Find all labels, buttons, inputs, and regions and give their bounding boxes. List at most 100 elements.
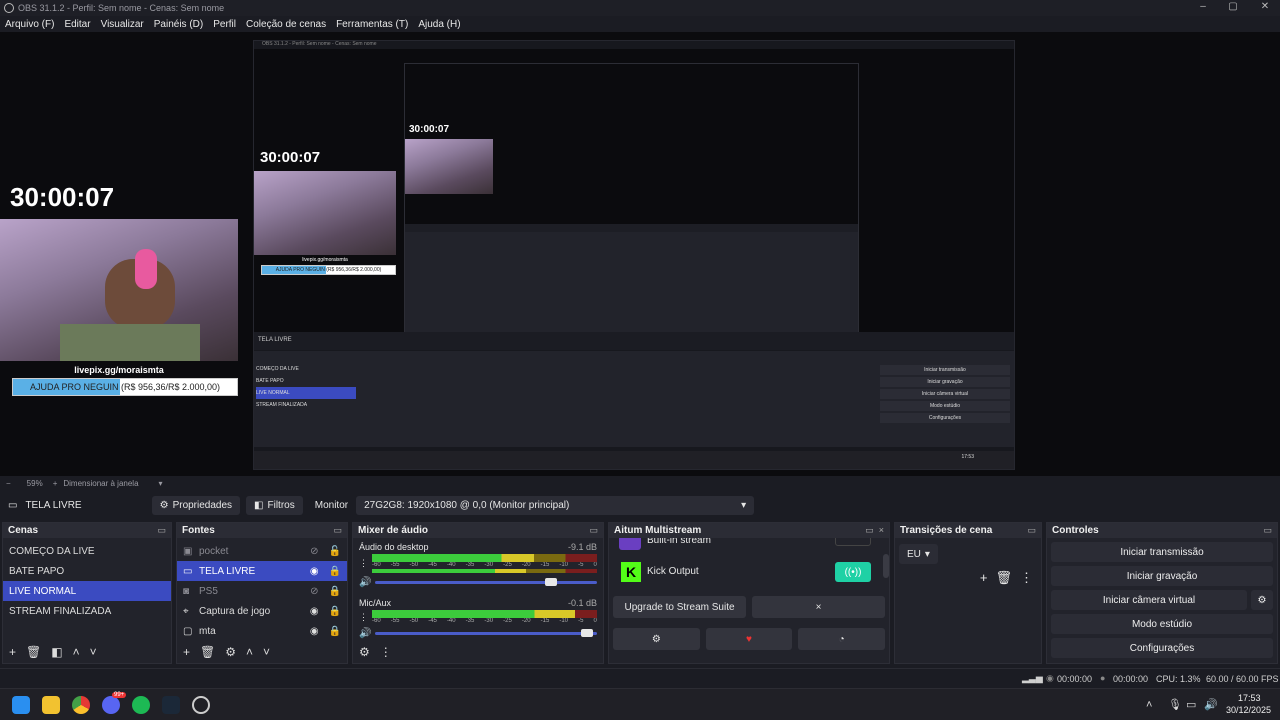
sources-title: Fontes: [182, 525, 215, 536]
menu-perfil[interactable]: Perfil: [208, 19, 241, 30]
transition-select[interactable]: EU ▾: [899, 544, 938, 564]
zoom-mode[interactable]: Dimensionar à janela: [63, 479, 138, 488]
menu-ferramentas[interactable]: Ferramentas (T): [331, 19, 413, 30]
eye-hidden-icon[interactable]: ⊘: [310, 586, 318, 597]
eye-icon[interactable]: ◉: [310, 566, 319, 577]
dock-menu-icon[interactable]: ▭: [333, 525, 342, 536]
lock-open-icon[interactable]: 🔓: [329, 546, 341, 557]
volume-slider[interactable]: [375, 578, 597, 586]
maximize-button[interactable]: ▢: [1218, 0, 1248, 16]
discord-button[interactable]: ◔: [798, 628, 886, 650]
add-transition-icon[interactable]: +: [980, 570, 988, 586]
channel-menu-icon[interactable]: ⋮: [359, 612, 368, 623]
virtual-camera-settings-button[interactable]: ⚙: [1251, 590, 1273, 610]
zoom-plus-button[interactable]: +: [53, 479, 58, 488]
filters-button[interactable]: ◧ Filtros: [246, 495, 303, 515]
support-button[interactable]: ♥: [705, 628, 793, 650]
trash-icon[interactable]: 🗑: [995, 570, 1012, 586]
add-source-icon[interactable]: +: [183, 645, 190, 659]
trash-icon[interactable]: 🗑: [200, 645, 215, 659]
transition-menu-icon[interactable]: ⋮: [1020, 570, 1033, 586]
multistream-settings-button[interactable]: ⚙: [613, 628, 700, 650]
source-item[interactable]: ◙ PS5 ⊘ 🔒: [177, 581, 347, 601]
dock-menu-icon[interactable]: ▭: [157, 525, 166, 536]
zoom-out-button[interactable]: −: [6, 479, 11, 488]
menu-paineis[interactable]: Painéis (D): [149, 19, 208, 30]
dock-menu-icon[interactable]: ▭: [1027, 525, 1036, 536]
menu-arquivo[interactable]: Arquivo (F): [0, 19, 59, 30]
eye-icon[interactable]: ◉: [310, 606, 319, 617]
channel-menu-icon[interactable]: ⋮: [359, 558, 368, 569]
kick-stream-toggle[interactable]: ((•)): [835, 562, 871, 582]
network-icon[interactable]: ▭: [1186, 698, 1196, 711]
menu-ajuda[interactable]: Ajuda (H): [413, 19, 465, 30]
scene-filter-icon[interactable]: ◧: [51, 645, 62, 659]
file-explorer-icon[interactable]: [42, 696, 60, 714]
mixer-menu-icon[interactable]: ⋮: [380, 645, 392, 659]
filter-icon: ◧: [254, 499, 264, 511]
volume-slider[interactable]: [375, 629, 597, 637]
scene-item-selected[interactable]: LIVE NORMAL: [3, 581, 171, 601]
spotify-icon[interactable]: [132, 696, 150, 714]
close-icon[interactable]: ×: [879, 525, 884, 535]
volume-meter-secondary: [372, 569, 597, 573]
lock-icon[interactable]: 🔒: [329, 626, 341, 637]
source-name: mta: [199, 625, 216, 637]
start-virtual-camera-button[interactable]: Iniciar câmera virtual: [1051, 590, 1247, 610]
speaker-icon[interactable]: 🔊: [359, 628, 371, 639]
dock-menu-icon[interactable]: ▭: [865, 525, 874, 535]
clock-date[interactable]: 30/12/2025: [1226, 705, 1271, 715]
dismiss-upgrade-button[interactable]: ×: [752, 596, 885, 618]
eye-icon[interactable]: ◉: [310, 626, 319, 637]
minimize-button[interactable]: –: [1188, 0, 1218, 16]
move-down-icon[interactable]: ˅: [263, 645, 270, 659]
add-scene-icon[interactable]: +: [9, 645, 16, 659]
lock-icon[interactable]: 🔒: [329, 586, 341, 597]
move-up-icon[interactable]: ˄: [246, 645, 253, 659]
move-down-icon[interactable]: ˅: [90, 645, 97, 659]
dock-menu-icon[interactable]: ▭: [1263, 525, 1272, 536]
start-streaming-button[interactable]: Iniciar transmissão: [1051, 542, 1273, 562]
move-up-icon[interactable]: ˄: [73, 645, 80, 659]
start-recording-button[interactable]: Iniciar gravação: [1051, 566, 1273, 586]
eye-hidden-icon[interactable]: ⊘: [310, 546, 318, 557]
properties-button[interactable]: ⚙ Propriedades: [151, 495, 241, 515]
menu-visualizar[interactable]: Visualizar: [96, 19, 149, 30]
advanced-audio-icon[interactable]: ⚙: [359, 645, 370, 659]
source-item[interactable]: ⌖ Captura de jogo ◉ 🔒: [177, 601, 347, 621]
settings-button[interactable]: Configurações: [1051, 638, 1273, 658]
zoom-dropdown-icon[interactable]: ▾: [159, 479, 163, 488]
lock-icon[interactable]: 🔒: [329, 566, 341, 577]
slider-knob[interactable]: [545, 578, 558, 586]
donation-bar: AJUDA PRO NEGUIN (R$ 956,36/R$ 2.000,00): [12, 378, 238, 396]
dock-menu-icon[interactable]: ▭: [589, 525, 598, 536]
source-item[interactable]: ▢ mta ◉ 🔒: [177, 621, 347, 641]
source-item-selected[interactable]: ▭ TELA LIVRE ◉ 🔒: [177, 561, 347, 581]
tray-chevron-up-icon[interactable]: ˄: [1146, 699, 1152, 711]
builtin-stream-toggle[interactable]: [835, 538, 871, 546]
trash-icon[interactable]: 🗑: [26, 645, 41, 659]
close-window-button[interactable]: ✕: [1250, 0, 1280, 16]
clock-time[interactable]: 17:53: [1238, 693, 1261, 703]
volume-icon[interactable]: 🔊: [1204, 698, 1218, 711]
chrome-icon[interactable]: [72, 696, 90, 714]
gear-icon[interactable]: ⚙: [225, 645, 236, 659]
lock-icon[interactable]: 🔒: [329, 606, 341, 617]
studio-mode-button[interactable]: Modo estúdio: [1051, 614, 1273, 634]
scene-item[interactable]: STREAM FINALIZADA: [3, 601, 171, 621]
menu-editar[interactable]: Editar: [59, 19, 95, 30]
monitor-select[interactable]: 27G2G8: 1920x1080 @ 0,0 (Monitor princip…: [356, 495, 755, 515]
speaker-icon[interactable]: 🔊: [359, 577, 371, 588]
scene-item[interactable]: COMEÇO DA LIVE: [3, 541, 171, 561]
discord-icon[interactable]: [102, 696, 120, 714]
steam-icon[interactable]: [162, 696, 180, 714]
menu-colecao-cenas[interactable]: Coleção de cenas: [241, 19, 331, 30]
scene-item[interactable]: BATE PAPO: [3, 561, 171, 581]
windows-start-icon[interactable]: [12, 696, 30, 714]
source-item[interactable]: ▣ pocket ⊘ 🔓: [177, 541, 347, 561]
microphone-icon[interactable]: 🎙: [1168, 698, 1182, 711]
upgrade-stream-suite-button[interactable]: Upgrade to Stream Suite: [613, 596, 746, 618]
scrollbar[interactable]: [883, 554, 889, 578]
obs-taskbar-icon[interactable]: [192, 696, 210, 714]
slider-knob[interactable]: [580, 629, 593, 637]
